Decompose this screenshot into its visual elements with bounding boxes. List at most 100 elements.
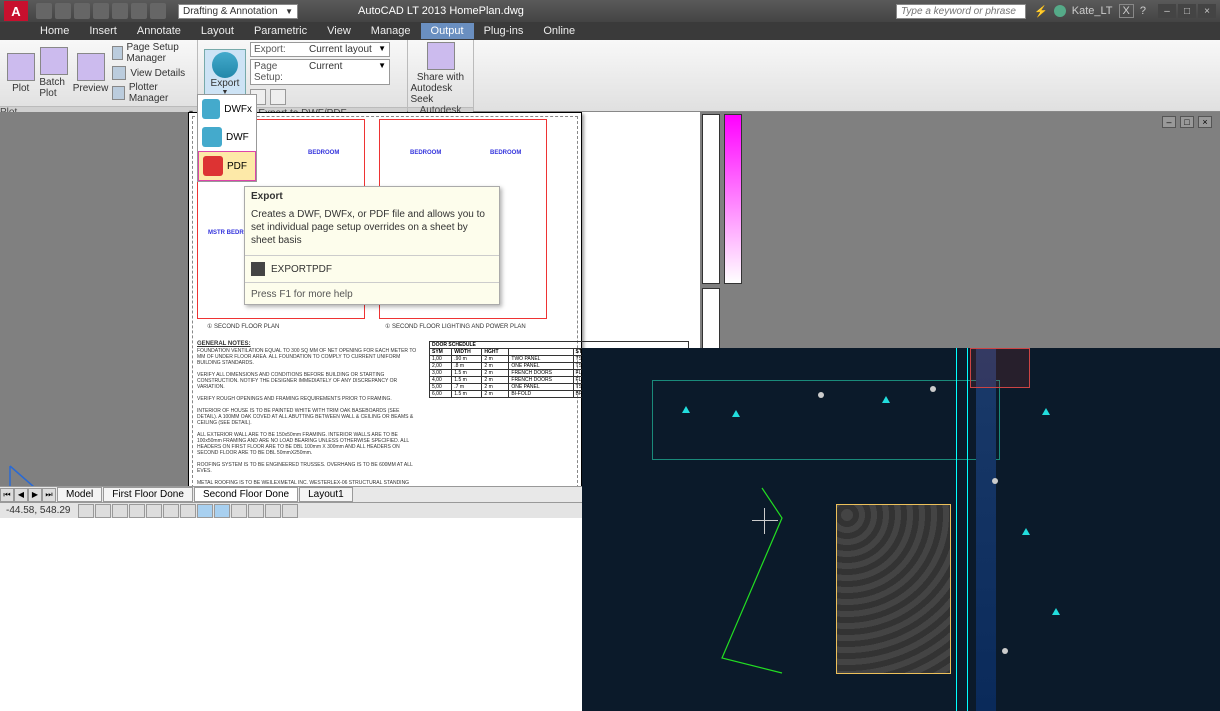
coordinates-readout: -44.58, 548.29: [0, 505, 77, 516]
osnap-toggle[interactable]: [146, 504, 162, 518]
tab-online[interactable]: Online: [533, 23, 585, 39]
plan2-title: ① SECOND FLOOR LIGHTING AND POWER PLAN: [385, 323, 526, 330]
tab-annotate[interactable]: Annotate: [127, 23, 191, 39]
doc-minimize-button[interactable]: –: [1162, 116, 1176, 128]
tab-first-floor[interactable]: First Floor Done: [103, 487, 193, 502]
tab-insert[interactable]: Insert: [79, 23, 127, 39]
tab-second-floor[interactable]: Second Floor Done: [194, 487, 298, 502]
save-icon[interactable]: [74, 3, 90, 19]
print-icon[interactable]: [112, 3, 128, 19]
transparency-toggle[interactable]: [214, 504, 230, 518]
dyn-toggle[interactable]: [180, 504, 196, 518]
polar-toggle[interactable]: [129, 504, 145, 518]
marker-icon: [882, 396, 890, 403]
panel-seek: Share withAutodesk Seek Autodesk Seek: [408, 40, 474, 111]
search-input[interactable]: [896, 4, 1026, 19]
tab-view[interactable]: View: [317, 23, 361, 39]
export-icon: [212, 52, 238, 78]
tab-parametric[interactable]: Parametric: [244, 23, 317, 39]
export-dwf-item[interactable]: DWF: [198, 123, 256, 151]
export-preview-button[interactable]: [270, 89, 286, 105]
tab-next-button[interactable]: ▶: [28, 488, 42, 502]
tooltip-command: EXPORTPDF: [271, 264, 332, 275]
batch-plot-icon: [40, 47, 68, 75]
cad-rectangle: [652, 380, 1000, 460]
window-controls: – □ ×: [1154, 4, 1220, 18]
dwfx-icon: [202, 99, 220, 119]
tab-prev-button[interactable]: ◀: [14, 488, 28, 502]
export-dropdown-menu: DWFx DWF PDF: [197, 94, 257, 182]
cad-cyan-lines: [956, 348, 968, 711]
share-seek-button[interactable]: Share withAutodesk Seek: [411, 42, 471, 105]
view-details-icon: [112, 66, 126, 80]
doc-restore-button[interactable]: □: [1180, 116, 1194, 128]
snap-toggle[interactable]: [78, 504, 94, 518]
seek-icon: [427, 42, 455, 70]
batch-plot-button[interactable]: Batch Plot: [39, 47, 68, 99]
tab-layout[interactable]: Layout: [191, 23, 244, 39]
exchange-icon[interactable]: X: [1119, 4, 1134, 18]
close-button[interactable]: ×: [1198, 4, 1216, 18]
model-space-viewport[interactable]: [582, 348, 1220, 711]
cad-polyline: [702, 478, 882, 678]
crosshair-cursor: [752, 508, 778, 534]
window-title: AutoCAD LT 2013 HomePlan.dwg: [358, 5, 524, 17]
export-button[interactable]: Export▼: [204, 49, 246, 99]
plot-button[interactable]: Plot: [6, 53, 35, 94]
new-icon[interactable]: [36, 3, 52, 19]
command-icon: [251, 262, 265, 276]
tab-plugins[interactable]: Plug-ins: [474, 23, 534, 39]
export-dwfx-item[interactable]: DWFx: [198, 95, 256, 123]
otrack-toggle[interactable]: [163, 504, 179, 518]
dwf-icon: [202, 127, 222, 147]
quick-access-toolbar: [32, 3, 170, 19]
tab-model[interactable]: Model: [57, 487, 102, 502]
plotter-manager-button[interactable]: Plotter Manager: [112, 82, 191, 104]
qp-toggle[interactable]: [231, 504, 247, 518]
general-notes: GENERAL NOTES: FOUNDATION VENTILATION EQ…: [197, 341, 417, 492]
tooltip-title: Export: [245, 187, 499, 206]
sc-toggle[interactable]: [248, 504, 264, 518]
tab-layout1[interactable]: Layout1: [299, 487, 353, 502]
view-details-button[interactable]: View Details: [112, 66, 191, 80]
redo-icon[interactable]: [150, 3, 166, 19]
maximize-vp-button[interactable]: [282, 504, 298, 518]
cad-blue-strip: [976, 348, 996, 711]
tooltip-help: Press F1 for more help: [245, 285, 499, 304]
lwt-toggle[interactable]: [197, 504, 213, 518]
preview-button[interactable]: Preview: [73, 53, 109, 94]
help-icon[interactable]: ?: [1140, 5, 1146, 17]
user-avatar-icon[interactable]: [1054, 5, 1066, 17]
layout-tabs-bar: ⏮ ◀ ▶ ⏭ Model First Floor Done Second Fl…: [0, 486, 582, 502]
signin-icon[interactable]: ⚡: [1034, 5, 1048, 18]
grid-toggle[interactable]: [95, 504, 111, 518]
maximize-button[interactable]: □: [1178, 4, 1196, 18]
empty-workspace-area: – □ ×: [760, 112, 1220, 348]
layout-viewport[interactable]: BEDROOM WALK-IN MSTR BEDROOM BATHROOM BE…: [0, 112, 582, 504]
export-pdf-item[interactable]: PDF: [198, 151, 256, 181]
app-logo[interactable]: A: [4, 1, 28, 21]
page-setup-dropdown[interactable]: Page Setup:Current▼: [250, 59, 390, 85]
model-paper-toggle[interactable]: [265, 504, 281, 518]
open-icon[interactable]: [55, 3, 71, 19]
plotter-icon: [112, 86, 124, 100]
workspace-dropdown[interactable]: Drafting & Annotation ▼: [178, 4, 298, 19]
marker-icon: [682, 406, 690, 413]
minimize-button[interactable]: –: [1158, 4, 1176, 18]
plan1-title: ① SECOND FLOOR PLAN: [207, 323, 279, 330]
tab-home[interactable]: Home: [30, 23, 79, 39]
ortho-toggle[interactable]: [112, 504, 128, 518]
tab-output[interactable]: Output: [421, 23, 474, 39]
marker-icon: [1042, 408, 1050, 415]
user-name[interactable]: Kate_LT: [1072, 5, 1113, 17]
doc-close-button[interactable]: ×: [1198, 116, 1212, 128]
export-scope-dropdown[interactable]: Export:Current layout▼: [250, 42, 390, 57]
point-icon: [818, 392, 824, 398]
status-bar: -44.58, 548.29: [0, 502, 582, 518]
undo-icon[interactable]: [131, 3, 147, 19]
tab-last-button[interactable]: ⏭: [42, 488, 56, 502]
page-setup-manager-button[interactable]: Page Setup Manager: [112, 42, 191, 64]
tab-manage[interactable]: Manage: [361, 23, 421, 39]
saveas-icon[interactable]: [93, 3, 109, 19]
tab-first-button[interactable]: ⏮: [0, 488, 14, 502]
